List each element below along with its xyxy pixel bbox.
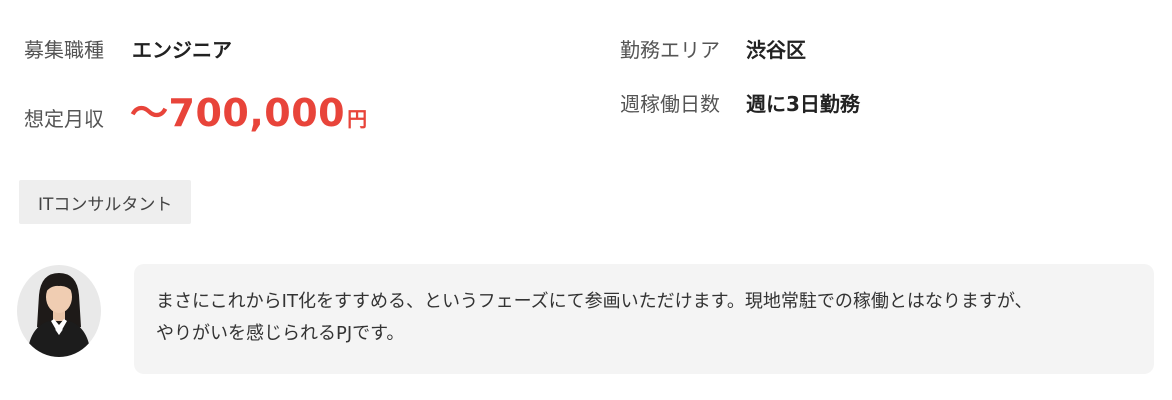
person-photo-icon: [17, 265, 101, 357]
job-type-row: 募集職種 エンジニア: [24, 34, 232, 63]
avatar: [17, 265, 101, 357]
comment-line-1: まさにこれからIT化をすすめる、というフェーズにて参画いただけます。現地常駐での…: [156, 291, 1033, 312]
work-area-value: 渋谷区: [746, 38, 806, 62]
salary-row: 想定月収 ～700,000 円: [24, 82, 367, 137]
work-days-row: 週稼働日数 週に3日勤務: [620, 88, 860, 117]
work-area-label: 勤務エリア: [620, 38, 720, 62]
category-tag[interactable]: ITコンサルタント: [19, 180, 192, 224]
comment-bubble: まさにこれからIT化をすすめる、というフェーズにて参画いただけます。現地常駐での…: [134, 264, 1154, 374]
work-days-value: 週に3日勤務: [746, 92, 860, 116]
job-type-label: 募集職種: [24, 38, 104, 62]
salary-unit: 円: [347, 107, 368, 131]
work-area-row: 勤務エリア 渋谷区: [620, 34, 806, 63]
salary-value: ～700,000: [130, 91, 346, 135]
comment-line-2: やりがいを感じられるPJです。: [156, 323, 405, 344]
job-type-value: エンジニア: [132, 38, 232, 62]
work-days-label: 週稼働日数: [620, 92, 720, 116]
salary-label: 想定月収: [24, 107, 104, 131]
